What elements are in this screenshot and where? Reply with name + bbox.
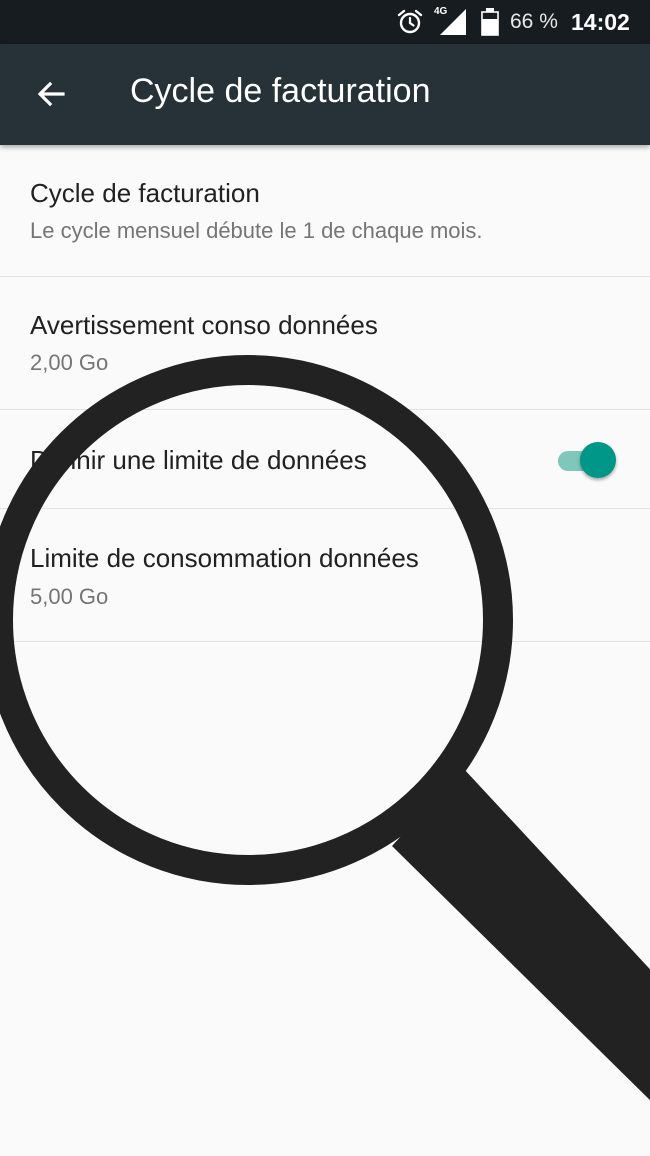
setting-summary: 5,00 Go	[30, 584, 109, 609]
app-bar: Cycle de facturation	[0, 44, 650, 145]
battery-icon	[480, 0, 500, 44]
battery-percentage: 66 %	[510, 10, 558, 33]
setting-summary: 2,00 Go	[30, 350, 109, 375]
clock: 14:02	[571, 8, 630, 35]
setting-set-data-limit[interactable]: Définir une limite de données	[0, 410, 650, 508]
setting-data-limit[interactable]: Limite de consommation données 5,00 Go	[0, 509, 650, 642]
setting-title: Avertissement conso données	[30, 310, 378, 340]
alarm-icon	[396, 0, 424, 44]
setting-title: Cycle de facturation	[30, 178, 260, 208]
divider	[0, 641, 650, 642]
setting-title: Définir une limite de données	[30, 445, 367, 475]
data-limit-toggle[interactable]	[558, 440, 616, 480]
setting-summary: Le cycle mensuel débute le 1 de chaque m…	[30, 218, 483, 243]
setting-billing-cycle[interactable]: Cycle de facturation Le cycle mensuel dé…	[0, 145, 650, 277]
signal-4g-icon: 4G	[432, 0, 468, 44]
page-title: Cycle de facturation	[130, 72, 431, 110]
status-bar: 4G 66 % 14:02	[0, 0, 650, 44]
setting-data-warning[interactable]: Avertissement conso données 2,00 Go	[0, 277, 650, 410]
toggle-thumb	[580, 442, 616, 478]
back-button[interactable]	[24, 70, 78, 118]
setting-title: Limite de consommation données	[30, 543, 419, 573]
arrow-back-icon	[37, 81, 65, 107]
